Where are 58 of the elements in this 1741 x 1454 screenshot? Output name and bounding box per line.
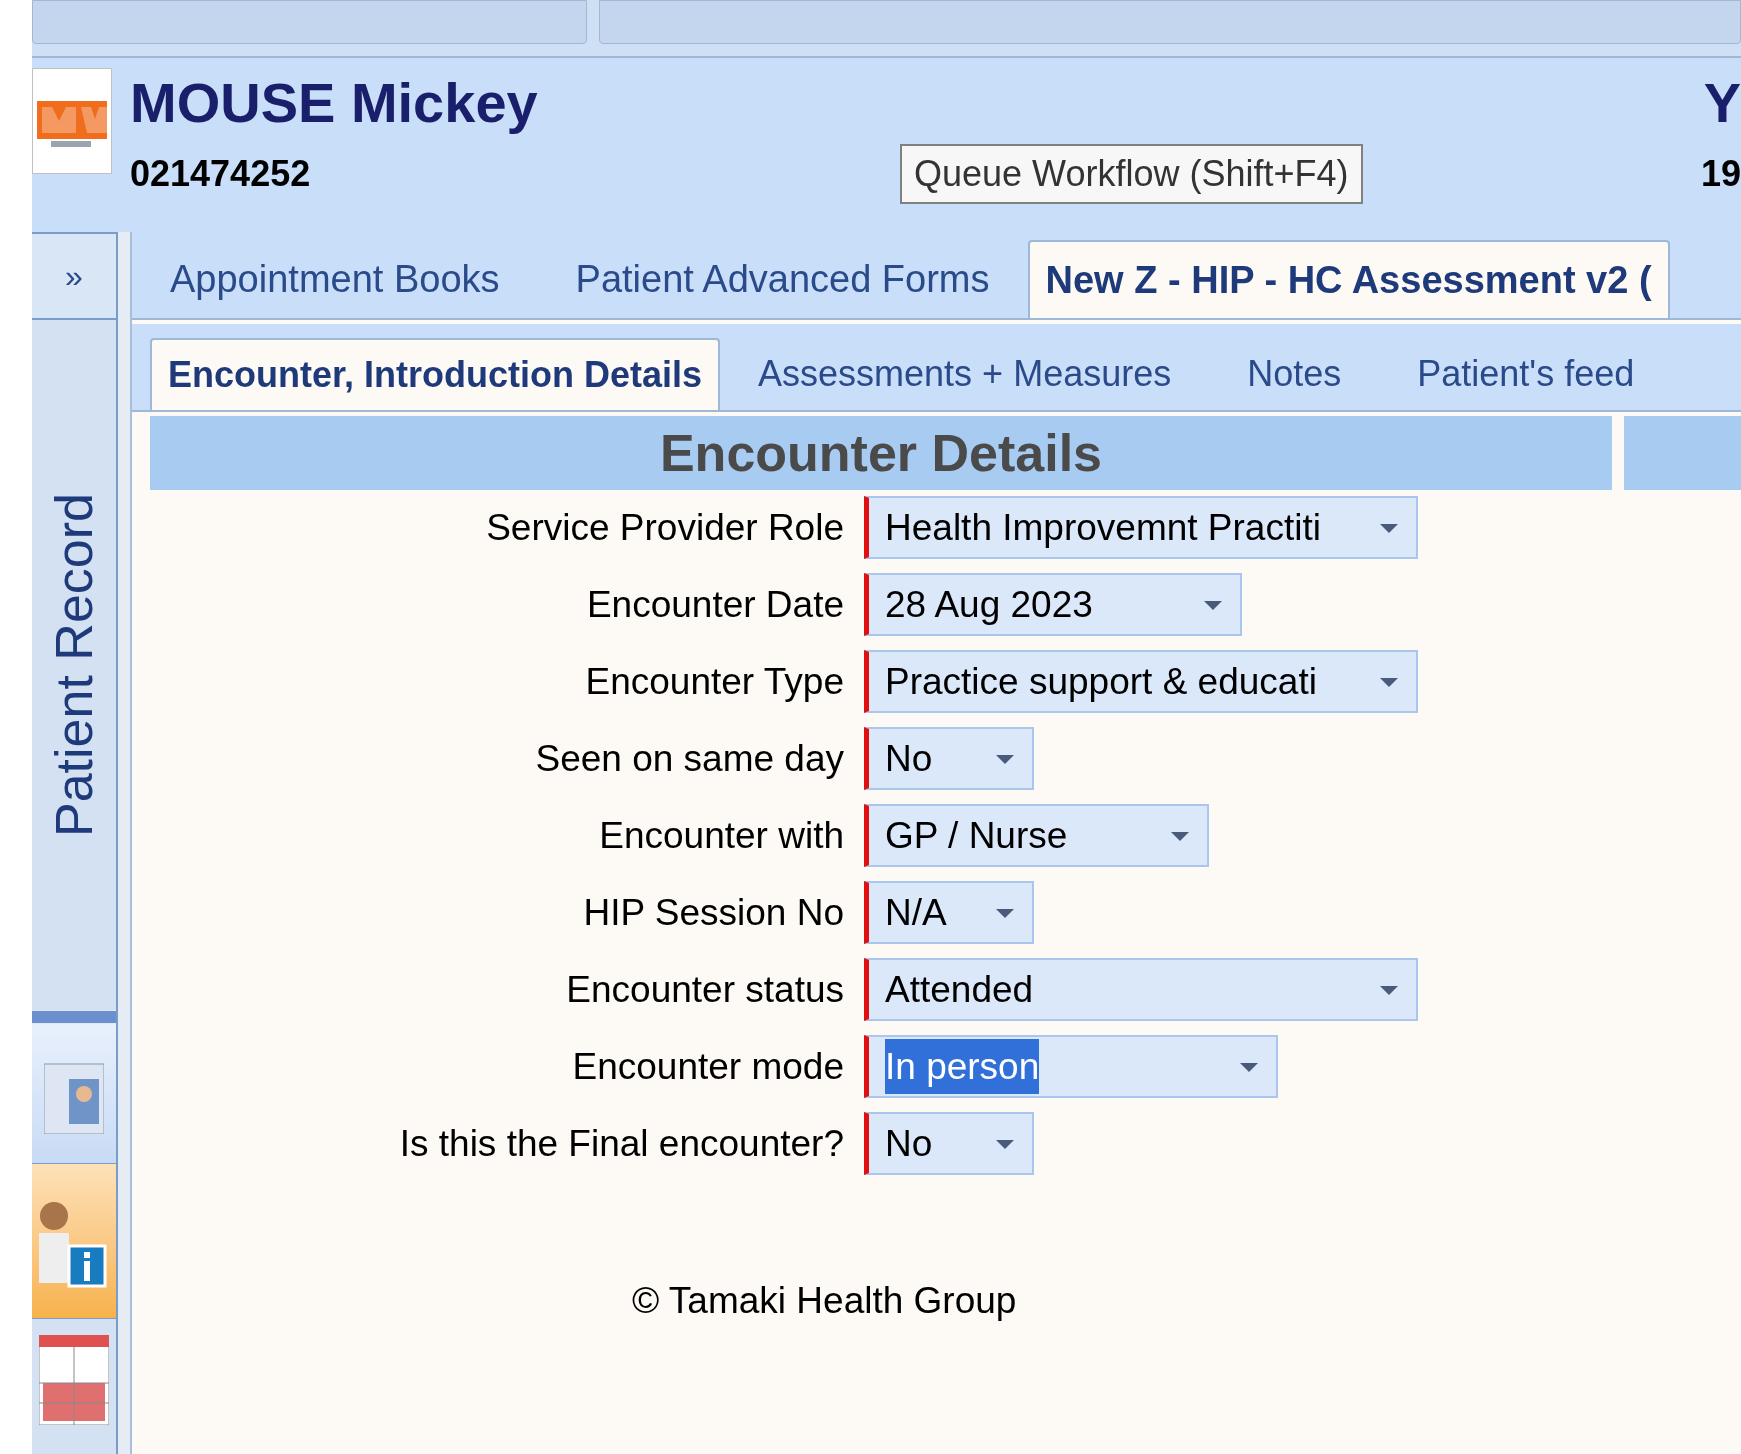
- tab[interactable]: New Z - HIP - HC Assessment v2 (: [1027, 240, 1670, 318]
- tab[interactable]: Patient Advanced Forms: [537, 240, 1028, 318]
- field-label: HIP Session No: [582, 890, 845, 935]
- dropdown-value: GP / Nurse: [885, 813, 1068, 858]
- dropdown[interactable]: Health Improvemnt Practiti: [864, 496, 1418, 559]
- dropdown[interactable]: No: [864, 1112, 1034, 1175]
- dropdown[interactable]: 28 Aug 2023: [864, 573, 1242, 636]
- subtab[interactable]: Notes: [1209, 338, 1380, 410]
- caret-icon: [994, 1137, 1016, 1150]
- dropdown-value: Attended: [885, 967, 1034, 1012]
- caret-icon: [1378, 983, 1400, 996]
- dropdown[interactable]: In person: [864, 1035, 1278, 1098]
- expand-button[interactable]: »: [32, 232, 116, 320]
- caret-icon: [994, 752, 1016, 765]
- patient-name: MOUSE Mickey: [130, 70, 538, 136]
- field-label: Is this the Final encounter?: [398, 1121, 845, 1166]
- tab[interactable]: Appointment Books: [132, 240, 538, 318]
- caret-icon: [1202, 598, 1224, 611]
- dropdown-value: No: [885, 1121, 933, 1166]
- field-label: Service Provider Role: [485, 505, 845, 550]
- subtab[interactable]: Assessments + Measures: [720, 338, 1210, 410]
- person-info-icon[interactable]: [32, 1164, 116, 1319]
- patient-number: 021474252: [130, 152, 312, 196]
- field-label: Encounter status: [565, 967, 845, 1012]
- section-title: Encounter Details: [659, 423, 1103, 484]
- top-tab[interactable]: [599, 0, 1741, 44]
- field-label: Encounter Type: [584, 659, 845, 704]
- dropdown[interactable]: GP / Nurse: [864, 804, 1209, 867]
- dropdown-value: No: [885, 736, 933, 781]
- top-tab[interactable]: [32, 0, 587, 44]
- dropdown-value: N/A: [885, 890, 947, 935]
- field-label: Seen on same day: [534, 736, 845, 781]
- subtab[interactable]: Patient's feed: [1379, 338, 1673, 410]
- queue-workflow-button[interactable]: Queue Workflow (Shift+F4): [900, 144, 1363, 204]
- sidebar-title: Patient Record: [44, 493, 104, 837]
- dropdown-value: In person: [885, 1038, 1040, 1095]
- caret-icon: [994, 906, 1016, 919]
- dropdown[interactable]: Practice support & educati: [864, 650, 1418, 713]
- dropdown[interactable]: Attended: [864, 958, 1418, 1021]
- dropdown[interactable]: N/A: [864, 881, 1034, 944]
- dropdown-value: Practice support & educati: [885, 659, 1317, 704]
- caret-icon: [1378, 521, 1400, 534]
- field-label: Encounter Date: [585, 582, 845, 627]
- caret-icon: [1238, 1060, 1260, 1073]
- grip-handle[interactable]: [32, 1010, 116, 1024]
- field-label: Encounter mode: [571, 1044, 845, 1089]
- dropdown-value: Health Improvemnt Practiti: [885, 505, 1321, 550]
- field-label: Encounter with: [598, 813, 845, 858]
- dropdown[interactable]: No: [864, 727, 1034, 790]
- header-text-cut: 19: [1700, 152, 1741, 196]
- patient-card-icon[interactable]: [32, 1024, 116, 1164]
- subtab[interactable]: Encounter, Introduction Details: [150, 338, 721, 410]
- copyright-text: © Tamaki Health Group: [632, 1280, 1017, 1321]
- dropdown-value: 28 Aug 2023: [885, 582, 1093, 627]
- caret-icon: [1169, 829, 1191, 842]
- header-text-cut: Y: [1703, 70, 1741, 136]
- caret-icon: [1378, 675, 1400, 688]
- logo-icon: [32, 68, 112, 174]
